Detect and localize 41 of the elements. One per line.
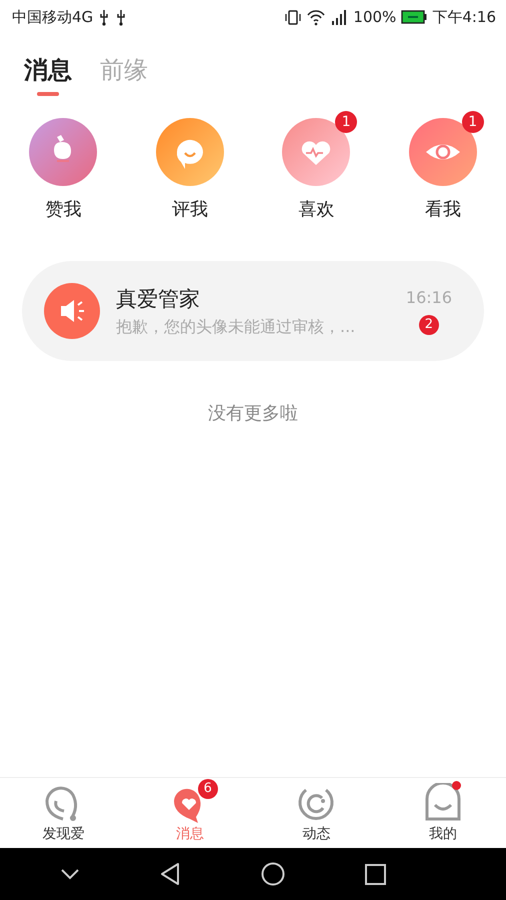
nav-label: 消息 xyxy=(176,825,204,843)
home-icon xyxy=(260,862,285,886)
message-title: 真爱管家 xyxy=(116,286,201,312)
nav-tab[interactable]: 发现爱 xyxy=(13,783,114,843)
nav-tab[interactable]: 我的 xyxy=(392,783,493,843)
nav-label: 我的 xyxy=(428,825,457,843)
battery-icon xyxy=(401,9,428,25)
tab-indicator xyxy=(37,92,59,96)
back-icon xyxy=(160,862,180,886)
hand-icon xyxy=(28,117,98,187)
unread-badge: 2 xyxy=(418,314,439,334)
nav-label: 动态 xyxy=(302,825,330,843)
end-of-list-text: 没有更多啦 xyxy=(207,402,299,425)
smile-icon xyxy=(422,783,463,823)
eye-icon xyxy=(408,117,478,187)
category-label: 评我 xyxy=(172,198,208,221)
count-badge: 1 xyxy=(462,111,484,133)
vibrate-icon xyxy=(284,8,302,26)
count-badge: 1 xyxy=(335,111,358,133)
message-card[interactable]: 真爱管家 抱歉，您的头像未能通过审核，... 16:16 2 xyxy=(22,261,484,361)
usb-icon xyxy=(115,8,128,26)
recents-icon xyxy=(364,864,386,884)
nav-label: 发现爱 xyxy=(42,825,84,843)
chevron-down-icon xyxy=(60,868,80,880)
speaker-icon xyxy=(44,283,100,339)
category-label: 喜欢 xyxy=(298,198,334,221)
message-preview: 抱歉，您的头像未能通过审核，... xyxy=(116,316,356,338)
clock-text: 下午4:16 xyxy=(432,8,496,26)
carrier-text: 中国移动4G xyxy=(12,8,94,26)
battery-text: 100% xyxy=(353,8,396,26)
category-label: 赞我 xyxy=(45,198,82,221)
wifi-icon xyxy=(307,8,326,26)
usb-icon xyxy=(98,8,110,26)
signal-icon xyxy=(330,8,348,26)
count-badge: 6 xyxy=(198,779,218,799)
tab[interactable]: 消息 xyxy=(24,54,72,86)
message-time: 16:16 xyxy=(406,288,452,306)
chat-bubble-icon xyxy=(154,117,225,187)
nav-tab[interactable]: 动态 xyxy=(266,783,366,843)
notification-dot xyxy=(452,781,461,790)
category-label: 看我 xyxy=(424,198,461,221)
